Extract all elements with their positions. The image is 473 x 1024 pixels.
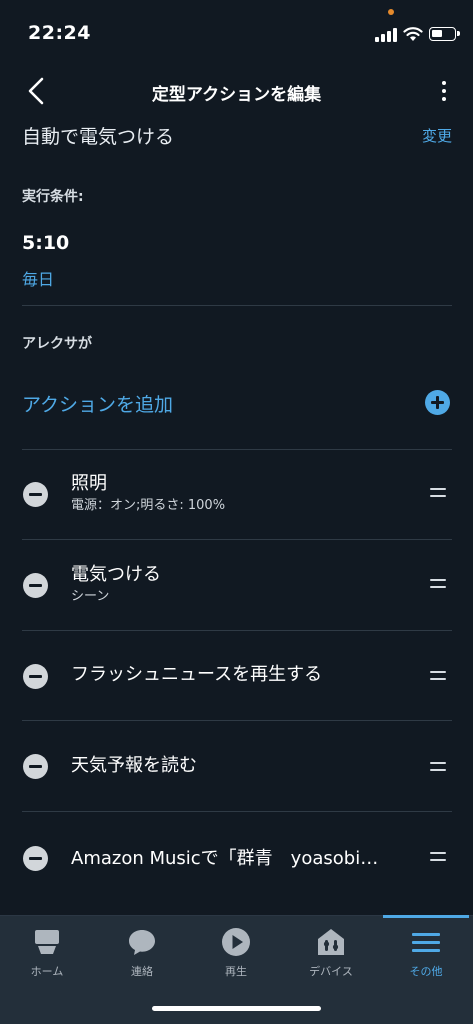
- drag-handle-icon[interactable]: [430, 852, 446, 863]
- alexa-section-label: アレクサが: [22, 336, 92, 352]
- add-action-button[interactable]: アクションを追加: [0, 380, 473, 426]
- remove-action-icon[interactable]: [23, 573, 48, 598]
- home-indicator: [152, 1006, 321, 1011]
- camera-indicator-dot: [388, 9, 394, 15]
- condition-repeat[interactable]: 毎日: [22, 266, 54, 290]
- drag-handle-icon[interactable]: [430, 488, 446, 499]
- tab-play[interactable]: 再生: [189, 916, 283, 986]
- active-tab-indicator: [383, 915, 469, 918]
- status-bar: 22:24: [0, 0, 473, 60]
- tab-label: 再生: [225, 965, 247, 978]
- battery-icon: [429, 27, 460, 41]
- tab-label: その他: [409, 965, 443, 978]
- remove-action-icon[interactable]: [23, 664, 48, 689]
- home-icon: [35, 930, 59, 954]
- remove-action-icon[interactable]: [23, 482, 48, 507]
- remove-action-icon[interactable]: [23, 846, 48, 871]
- action-title: Amazon Musicで「群青 yoasobi…: [71, 848, 379, 869]
- more-options-button[interactable]: [432, 78, 456, 106]
- condition-time[interactable]: 5:10: [22, 232, 69, 254]
- divider: [22, 305, 452, 306]
- wifi-icon: [403, 27, 423, 41]
- cellular-signal-icon: [375, 28, 397, 42]
- status-time: 22:24: [28, 22, 91, 44]
- change-name-link[interactable]: 変更: [422, 125, 452, 146]
- drag-handle-icon[interactable]: [430, 579, 446, 590]
- add-action-label: アクションを追加: [22, 394, 174, 416]
- tab-devices[interactable]: デバイス: [284, 916, 378, 986]
- page-title: 定型アクションを編集: [151, 85, 322, 105]
- nav-bar: 定型アクションを編集: [0, 68, 473, 114]
- action-subtitle: シーン: [71, 589, 110, 604]
- tab-label: デバイス: [309, 965, 353, 978]
- devices-icon: [318, 929, 344, 955]
- condition-label: 実行条件:: [22, 189, 84, 205]
- action-title: 電気つける: [71, 564, 161, 585]
- action-title: 照明: [71, 473, 107, 494]
- action-row[interactable]: 電気つける シーン: [0, 539, 473, 629]
- action-row[interactable]: 照明 電源：オン;明るさ: 100%: [0, 449, 473, 539]
- tab-communicate[interactable]: 連絡: [95, 916, 189, 986]
- play-icon: [222, 928, 250, 956]
- tab-label: ホーム: [30, 965, 64, 978]
- chat-bubble-icon: [129, 930, 155, 955]
- tab-more[interactable]: その他: [379, 915, 473, 986]
- action-subtitle: 電源：オン;明るさ: 100%: [71, 498, 226, 513]
- tab-home[interactable]: ホーム: [0, 916, 94, 986]
- remove-action-icon[interactable]: [23, 754, 48, 779]
- tab-label: 連絡: [131, 965, 153, 978]
- action-row[interactable]: Amazon Musicで「群青 yoasobi…: [0, 811, 473, 901]
- plus-circle-icon[interactable]: [425, 390, 450, 415]
- drag-handle-icon[interactable]: [430, 762, 446, 773]
- menu-icon: [412, 933, 440, 952]
- action-title: フラッシュニュースを再生する: [71, 664, 323, 685]
- drag-handle-icon[interactable]: [430, 671, 446, 682]
- action-row[interactable]: フラッシュニュースを再生する: [0, 630, 473, 720]
- routine-name: 自動で電気つける: [22, 126, 175, 148]
- action-row[interactable]: 天気予報を読む: [0, 720, 473, 810]
- action-title: 天気予報を読む: [71, 755, 197, 776]
